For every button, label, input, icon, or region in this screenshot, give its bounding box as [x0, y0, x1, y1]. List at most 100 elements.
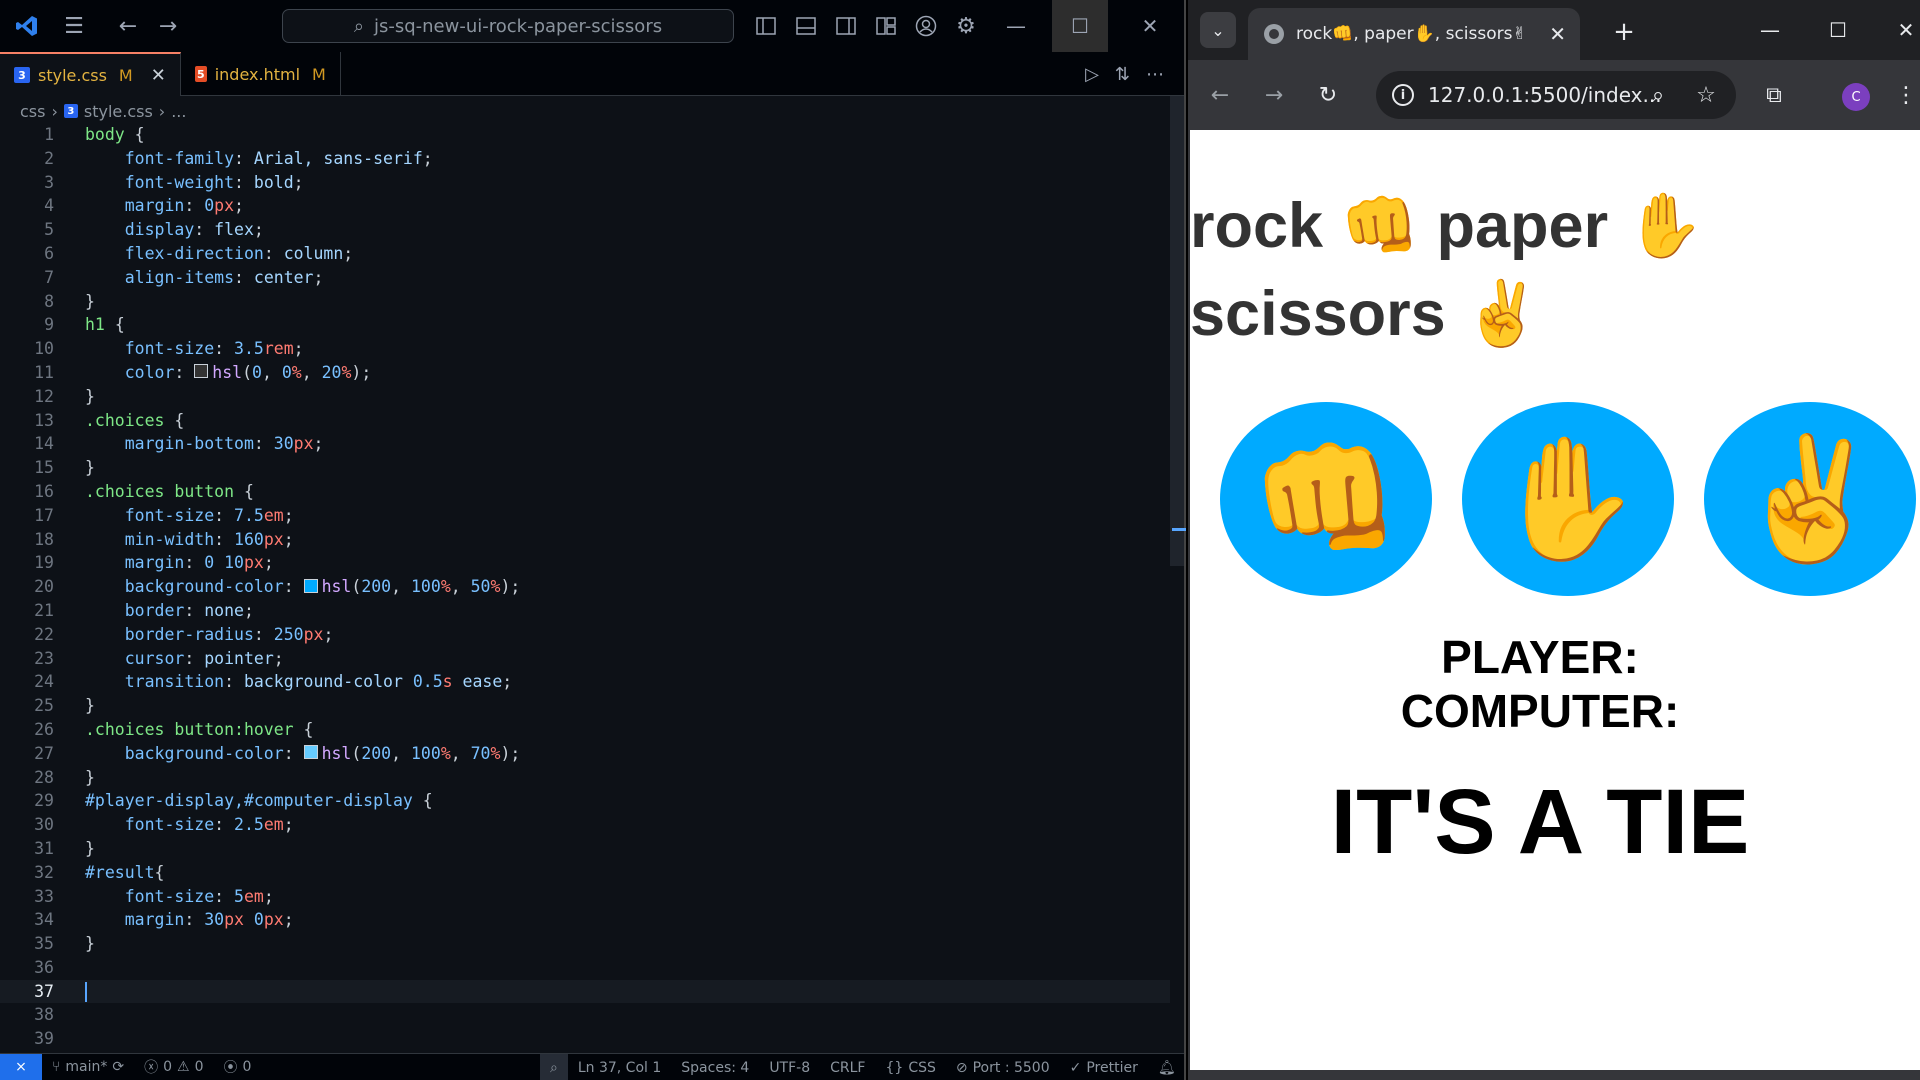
breadcrumb-file[interactable]: style.css [84, 102, 153, 121]
code-line[interactable]: 35} [0, 932, 1170, 956]
ports-indicator[interactable]: ⦿ 0 [214, 1057, 262, 1077]
code-editor[interactable]: 1 body {2 font-family: Arial, sans-serif;… [0, 123, 1170, 1053]
scissors-button[interactable]: ✌ [1704, 402, 1916, 596]
cursor-position[interactable]: Ln 37, Col 1 [568, 1060, 671, 1076]
code-line[interactable]: 2 font-family: Arial, sans-serif; [0, 147, 1170, 171]
bookmark-star-icon[interactable]: ☆ [1688, 77, 1724, 113]
toggle-panel-icon[interactable] [792, 12, 820, 40]
code-line[interactable]: 9 h1 { [0, 313, 1170, 337]
code-line[interactable]: 18 min-width: 160px; [0, 528, 1170, 552]
zoom-magnifier-icon[interactable]: ⌕ [1640, 77, 1676, 113]
toggle-secondary-sidebar-icon[interactable] [832, 12, 860, 40]
code-line[interactable]: 1 body { [0, 123, 1170, 147]
code-line[interactable]: 8} [0, 290, 1170, 314]
encoding[interactable]: UTF-8 [759, 1060, 820, 1076]
code-line[interactable]: 16 .choices button { [0, 480, 1170, 504]
code-line[interactable]: 30 font-size: 2.5em; [0, 813, 1170, 837]
color-swatch-icon[interactable] [303, 578, 318, 593]
code-line[interactable]: 31} [0, 837, 1170, 861]
code-line[interactable]: 6 flex-direction: column; [0, 242, 1170, 266]
code-line[interactable]: 28} [0, 766, 1170, 790]
compare-changes-icon[interactable]: ⇅ [1115, 64, 1130, 85]
code-line[interactable]: 7 align-items: center; [0, 266, 1170, 290]
tab-style-css[interactable]: 3 style.css M ✕ [0, 52, 181, 96]
forward-arrow-icon[interactable]: → [1256, 77, 1292, 113]
code-line[interactable]: 24 transition: background-color 0.5s eas… [0, 670, 1170, 694]
code-line[interactable]: 25} [0, 694, 1170, 718]
tab-index-html[interactable]: 5 index.html M [181, 52, 341, 96]
back-arrow-icon[interactable]: ← [108, 0, 148, 52]
profile-avatar[interactable]: C [1842, 83, 1870, 111]
zoom-icon[interactable]: ⌕ [540, 1054, 568, 1080]
color-swatch-icon[interactable] [194, 364, 209, 379]
code-line[interactable]: 23 cursor: pointer; [0, 647, 1170, 671]
code-line[interactable]: 37 [0, 979, 1170, 1004]
code-line[interactable]: 3 font-weight: bold; [0, 171, 1170, 195]
paper-button[interactable]: ✋ [1462, 402, 1674, 596]
minimize-icon[interactable]: — [988, 0, 1044, 52]
accounts-icon[interactable] [912, 12, 940, 40]
code-line[interactable]: 11 color: hsl(0, 0%, 20%); [0, 361, 1170, 385]
remote-indicator-icon[interactable]: ⨯ [0, 1053, 42, 1080]
code-line[interactable]: 17 font-size: 7.5em; [0, 504, 1170, 528]
code-line[interactable]: 12} [0, 385, 1170, 409]
maximize-icon[interactable]: ☐ [1052, 0, 1108, 52]
extensions-puzzle-icon[interactable]: ⧉ [1756, 77, 1792, 113]
language-mode[interactable]: {} CSS [875, 1060, 945, 1076]
indentation[interactable]: Spaces: 4 [671, 1060, 759, 1076]
close-window-icon[interactable]: ✕ [1878, 12, 1920, 48]
end-of-line[interactable]: CRLF [820, 1060, 875, 1076]
code-line[interactable]: 21 border: none; [0, 599, 1170, 623]
code-line[interactable]: 15} [0, 456, 1170, 480]
code-line[interactable]: 27 background-color: hsl(200, 100%, 70%)… [0, 742, 1170, 766]
code-line[interactable]: 13 .choices { [0, 409, 1170, 433]
address-bar[interactable]: i 127.0.0.1:5500/index... [1376, 71, 1736, 119]
run-icon[interactable]: ▷ [1085, 64, 1099, 85]
prettier-status[interactable]: ✓ Prettier [1060, 1060, 1148, 1076]
problems-indicator[interactable]: ⓧ 0 ⚠ 0 [134, 1057, 213, 1077]
forward-arrow-icon[interactable]: → [148, 0, 188, 52]
code-line[interactable]: 26 .choices button:hover { [0, 718, 1170, 742]
code-line[interactable]: 19 margin: 0 10px; [0, 551, 1170, 575]
command-center-search[interactable]: ⌕ js-sq-new-ui-rock-paper-scissors [282, 9, 734, 43]
code-line[interactable]: 4 margin: 0px; [0, 194, 1170, 218]
close-tab-icon[interactable]: ✕ [151, 65, 166, 86]
code-line[interactable]: 32 #result{ [0, 861, 1170, 885]
color-swatch-icon[interactable] [303, 745, 318, 760]
code-line[interactable]: 14 margin-bottom: 30px; [0, 432, 1170, 456]
code-line[interactable]: 34 margin: 30px 0px; [0, 908, 1170, 932]
more-actions-icon[interactable]: ⋯ [1146, 64, 1164, 85]
minimize-icon[interactable]: — [1742, 12, 1798, 48]
browser-tab[interactable]: rock👊, paper✋, scissors✌ ✕ [1248, 8, 1580, 60]
code-line[interactable]: 22 border-radius: 250px; [0, 623, 1170, 647]
sync-icon[interactable]: ⟳ [112, 1059, 124, 1075]
new-tab-plus-icon[interactable]: + [1606, 14, 1642, 50]
settings-gear-icon[interactable]: ⚙ [952, 12, 980, 40]
breadcrumb-more[interactable]: ... [171, 102, 186, 121]
code-line[interactable]: 29 #player-display,#computer-display { [0, 789, 1170, 813]
close-window-icon[interactable]: ✕ [1122, 0, 1178, 52]
back-arrow-icon[interactable]: ← [1202, 77, 1238, 113]
code-line[interactable]: 38 [0, 1003, 1170, 1027]
notifications-bell-icon[interactable]: 🔔︎ [1148, 1060, 1186, 1076]
code-line[interactable]: 5 display: flex; [0, 218, 1170, 242]
rock-button[interactable]: 👊 [1220, 402, 1432, 596]
reload-icon[interactable]: ↻ [1310, 77, 1346, 113]
code-line[interactable]: 10 font-size: 3.5rem; [0, 337, 1170, 361]
close-tab-icon[interactable]: ✕ [1549, 22, 1566, 46]
customize-layout-icon[interactable] [872, 12, 900, 40]
editor-scrollbar[interactable] [1170, 96, 1184, 566]
live-server-port[interactable]: ⊘ Port : 5500 [946, 1060, 1060, 1076]
toggle-primary-sidebar-icon[interactable] [752, 12, 780, 40]
tab-search-chevron-icon[interactable]: ⌄ [1200, 12, 1236, 48]
code-line[interactable]: 39 [0, 1027, 1170, 1051]
code-line[interactable]: 33 font-size: 5em; [0, 885, 1170, 909]
menu-icon[interactable]: ☰ [54, 0, 94, 52]
branch-indicator[interactable]: ⑂ main* ⟳ [42, 1059, 134, 1075]
kebab-menu-icon[interactable]: ⋮ [1888, 77, 1920, 113]
breadcrumb-folder[interactable]: css [20, 102, 45, 121]
site-info-icon[interactable]: i [1392, 84, 1414, 106]
code-line[interactable]: 36 [0, 956, 1170, 980]
maximize-icon[interactable]: ☐ [1810, 12, 1866, 48]
code-line[interactable]: 20 background-color: hsl(200, 100%, 50%)… [0, 575, 1170, 599]
